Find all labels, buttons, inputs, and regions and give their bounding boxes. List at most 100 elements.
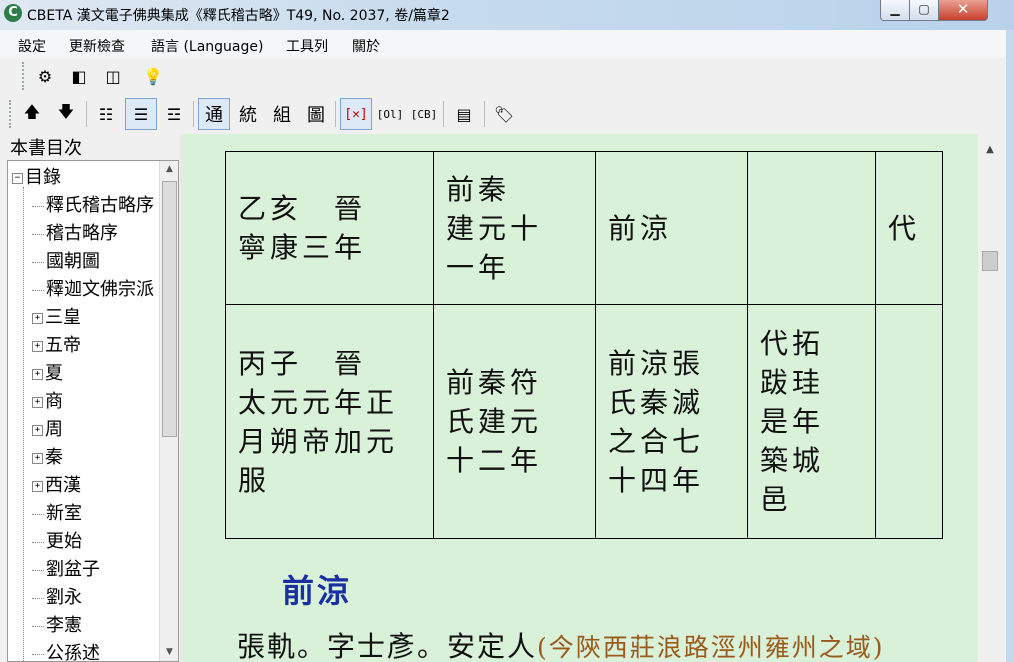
maximize-button[interactable]: ▢ xyxy=(909,0,939,21)
column-layout-icon[interactable]: ☲ xyxy=(160,100,188,128)
ol-label-button[interactable]: [Ol] xyxy=(376,100,404,128)
toolbar-separator xyxy=(443,101,444,127)
toc-item-label: 劉永 xyxy=(46,587,82,608)
scroll-up-icon[interactable]: ▲ xyxy=(160,161,178,178)
toc-title: 本書目次 xyxy=(10,138,82,159)
toc-item[interactable]: 新室 xyxy=(32,499,82,527)
cb-label-button[interactable]: [CB] xyxy=(410,100,438,128)
cell-text: 代拓 跋珪 是年 築城邑 xyxy=(760,327,825,516)
body-text: 張軌。字士彥。安定人 xyxy=(237,630,538,662)
expand-icon[interactable]: + xyxy=(32,424,43,436)
minimize-icon: ▁ xyxy=(890,2,900,16)
table-cell: 前秦符 氏建元 十二年 xyxy=(433,304,596,539)
cbeta-logo-icon: C xyxy=(4,4,22,22)
toc-item-label: 李憲 xyxy=(46,615,82,636)
expand-icon[interactable]: + xyxy=(32,480,43,492)
table-cell: 前涼 xyxy=(595,151,748,305)
toc-tree[interactable]: − 目錄 釋氏稽古略序 稽古略序 國朝圖 釋迦文佛宗派 + 三皇 + 五帝 + 夏 + 商 + 周 + 秦 + 西漢新… xyxy=(7,160,179,662)
reading-pane: 乙亥 晉寧康三年 前秦 建元十 一年 前涼 代 丙子 晉太元元年正 月朔帝加元服 前秦… xyxy=(183,134,978,662)
cell-text: 前秦 建元十 一年 xyxy=(446,172,543,284)
tag-add-icon[interactable]: 🏷 xyxy=(490,100,518,128)
toc-item[interactable]: 更始 xyxy=(32,527,82,555)
toc-item-label: 國朝圖 xyxy=(46,251,100,272)
toc-scrollbar[interactable]: ▲ ▼ xyxy=(159,161,178,661)
maximize-icon: ▢ xyxy=(918,2,930,16)
expand-icon[interactable]: + xyxy=(32,368,43,380)
mode-zu-button[interactable]: 組 xyxy=(268,100,296,128)
menu-language[interactable]: 語言 (Language) xyxy=(151,36,263,56)
toc-scroll-thumb[interactable] xyxy=(162,181,177,437)
toc-item[interactable]: 稽古略序 xyxy=(32,219,118,247)
toolbar-separator xyxy=(484,101,485,127)
toc-item[interactable]: 國朝圖 xyxy=(32,247,100,275)
close-button[interactable]: ✕ xyxy=(938,0,988,21)
toc-item-label: 秦 xyxy=(45,447,63,468)
expand-icon[interactable]: + xyxy=(32,312,43,324)
toc-item[interactable]: 李憲 xyxy=(32,611,82,639)
toc-item-label: 西漢 xyxy=(45,475,81,496)
tree-connector xyxy=(32,233,44,235)
scroll-down-icon[interactable]: ▼ xyxy=(160,644,178,661)
cell-text: 前涼張 氏秦滅 之合七 十四年 xyxy=(608,346,705,497)
dual-pane-icon[interactable]: ◫ xyxy=(99,62,127,90)
mode-tu-button[interactable]: 圖 xyxy=(302,100,330,128)
toc-item[interactable]: 釋氏稽古略序 xyxy=(32,191,154,219)
arrow-up-icon[interactable]: 🡅 xyxy=(18,100,46,128)
cell-text: 丙子 晉太元元年正 月朔帝加元服 xyxy=(238,346,399,497)
toc-item[interactable]: + 秦 xyxy=(32,443,63,471)
table-cell: 前秦 建元十 一年 xyxy=(433,151,596,305)
collapse-icon[interactable]: − xyxy=(12,172,23,184)
lightbulb-icon[interactable]: 💡 xyxy=(139,62,167,90)
toc-item[interactable]: + 商 xyxy=(32,387,63,415)
close-box-icon[interactable]: [✕] xyxy=(340,98,372,130)
toc-item[interactable]: + 夏 xyxy=(32,359,63,387)
toc-item-label: 三皇 xyxy=(45,307,81,328)
close-icon: ✕ xyxy=(956,0,970,18)
toc-item[interactable]: 公孫述 xyxy=(32,639,100,661)
toc-item[interactable]: + 西漢 xyxy=(32,471,81,499)
tree-connector xyxy=(32,205,44,207)
toc-item-label: 劉盆子 xyxy=(46,559,100,580)
toc-item-label: 稽古略序 xyxy=(46,223,118,244)
chronology-table: 乙亥 晉寧康三年 前秦 建元十 一年 前涼 代 丙子 晉太元元年正 月朔帝加元服 前秦… xyxy=(225,151,943,539)
toc-item-label: 目錄 xyxy=(25,167,61,188)
toc-item-label: 夏 xyxy=(45,363,63,384)
mode-tong2-button[interactable]: 統 xyxy=(234,100,262,128)
expand-icon[interactable]: + xyxy=(32,452,43,464)
cell-text: 乙亥 晉寧康三年 xyxy=(238,192,367,264)
minimize-button[interactable]: ▁ xyxy=(880,0,910,21)
single-pane-icon[interactable]: ◧ xyxy=(65,62,93,90)
window-frame-right xyxy=(1006,30,1014,662)
menu-bar: 設定 更新檢查 語言 (Language) 工具列 關於 xyxy=(0,30,1006,58)
table-cell: 前涼張 氏秦滅 之合七 十四年 xyxy=(595,304,748,539)
menu-about[interactable]: 關於 xyxy=(352,36,380,56)
tree-connector xyxy=(32,513,44,515)
expand-icon[interactable]: + xyxy=(32,396,43,408)
toc-item[interactable]: − 目錄 xyxy=(12,163,61,191)
toc-item[interactable]: 劉盆子 xyxy=(32,555,100,583)
content-scrollbar[interactable]: ▲ xyxy=(978,134,1002,662)
window-title: CBETA 漢文電子佛典集成《釋氏稽古略》T49, No. 2037, 卷/篇章… xyxy=(27,8,450,24)
toolbar-grip[interactable] xyxy=(22,62,27,90)
menu-settings[interactable]: 設定 xyxy=(18,36,46,56)
toc-item[interactable]: + 三皇 xyxy=(32,303,81,331)
toolbar-settings: ⚙ ◧ ◫ 💡 xyxy=(0,58,1006,94)
menu-toolbar[interactable]: 工具列 xyxy=(286,36,328,56)
toc-item-label: 周 xyxy=(45,419,63,440)
toolbar-grip[interactable] xyxy=(9,100,14,128)
expand-icon[interactable]: + xyxy=(32,340,43,352)
toc-item[interactable]: 釋迦文佛宗派 xyxy=(32,275,154,303)
scroll-up-icon[interactable]: ▲ xyxy=(978,140,1002,160)
horizontal-layout-icon[interactable]: ☰ xyxy=(125,98,157,130)
body-note: (今陝西莊浪路涇州雍州之域) xyxy=(537,633,885,662)
arrow-down-icon[interactable]: 🡇 xyxy=(52,100,80,128)
toc-item[interactable]: + 五帝 xyxy=(32,331,81,359)
gear-icon[interactable]: ⚙ xyxy=(31,62,59,90)
vertical-layout-icon[interactable]: ☷ xyxy=(92,100,120,128)
mode-tong-button[interactable]: 通 xyxy=(198,98,230,130)
page-icon[interactable]: ▤ xyxy=(450,100,478,128)
toc-item[interactable]: 劉永 xyxy=(32,583,82,611)
toc-item[interactable]: + 周 xyxy=(32,415,63,443)
content-scroll-thumb[interactable] xyxy=(982,251,998,271)
menu-update-check[interactable]: 更新檢查 xyxy=(69,36,125,56)
